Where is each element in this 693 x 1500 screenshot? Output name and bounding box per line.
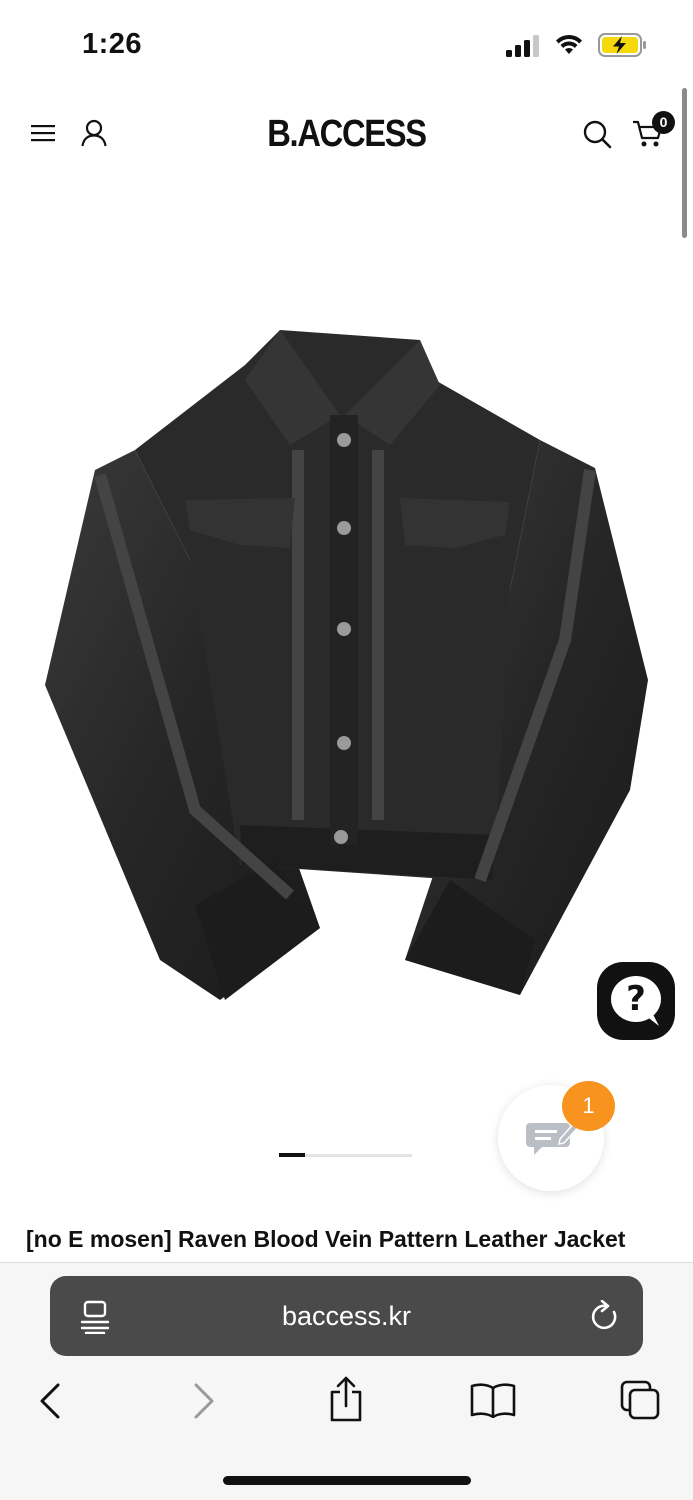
product-image[interactable] bbox=[40, 320, 655, 1010]
back-icon[interactable] bbox=[38, 1383, 64, 1419]
question-mark-icon: ? bbox=[626, 979, 646, 1019]
status-time: 1:26 bbox=[82, 28, 143, 60]
chat-unread-badge: 1 bbox=[562, 1081, 615, 1131]
address-bar[interactable]: baccess.kr bbox=[50, 1276, 643, 1356]
carousel-progress-indicator bbox=[279, 1153, 305, 1157]
url-text[interactable]: baccess.kr bbox=[50, 1301, 643, 1332]
site-header: B.ACCESS bbox=[0, 95, 693, 180]
site-logo[interactable]: B.ACCESS bbox=[49, 113, 645, 156]
bookmarks-icon[interactable] bbox=[470, 1382, 516, 1418]
cart-count-badge: 0 bbox=[652, 111, 675, 134]
share-icon[interactable] bbox=[328, 1376, 364, 1422]
wifi-icon bbox=[556, 34, 582, 54]
page-scrollbar[interactable] bbox=[682, 88, 687, 238]
battery-charging-icon bbox=[598, 33, 646, 57]
tabs-icon[interactable] bbox=[620, 1380, 660, 1420]
reload-icon[interactable] bbox=[590, 1300, 620, 1332]
help-button[interactable]: ? bbox=[597, 962, 675, 1040]
product-title: [no E mosen] Raven Blood Vein Pattern Le… bbox=[26, 1226, 626, 1252]
forward-icon[interactable] bbox=[190, 1383, 216, 1419]
home-indicator bbox=[223, 1476, 471, 1485]
search-icon[interactable] bbox=[582, 119, 612, 149]
status-bar: 1:26 bbox=[0, 0, 693, 90]
cellular-signal-icon bbox=[506, 35, 539, 57]
